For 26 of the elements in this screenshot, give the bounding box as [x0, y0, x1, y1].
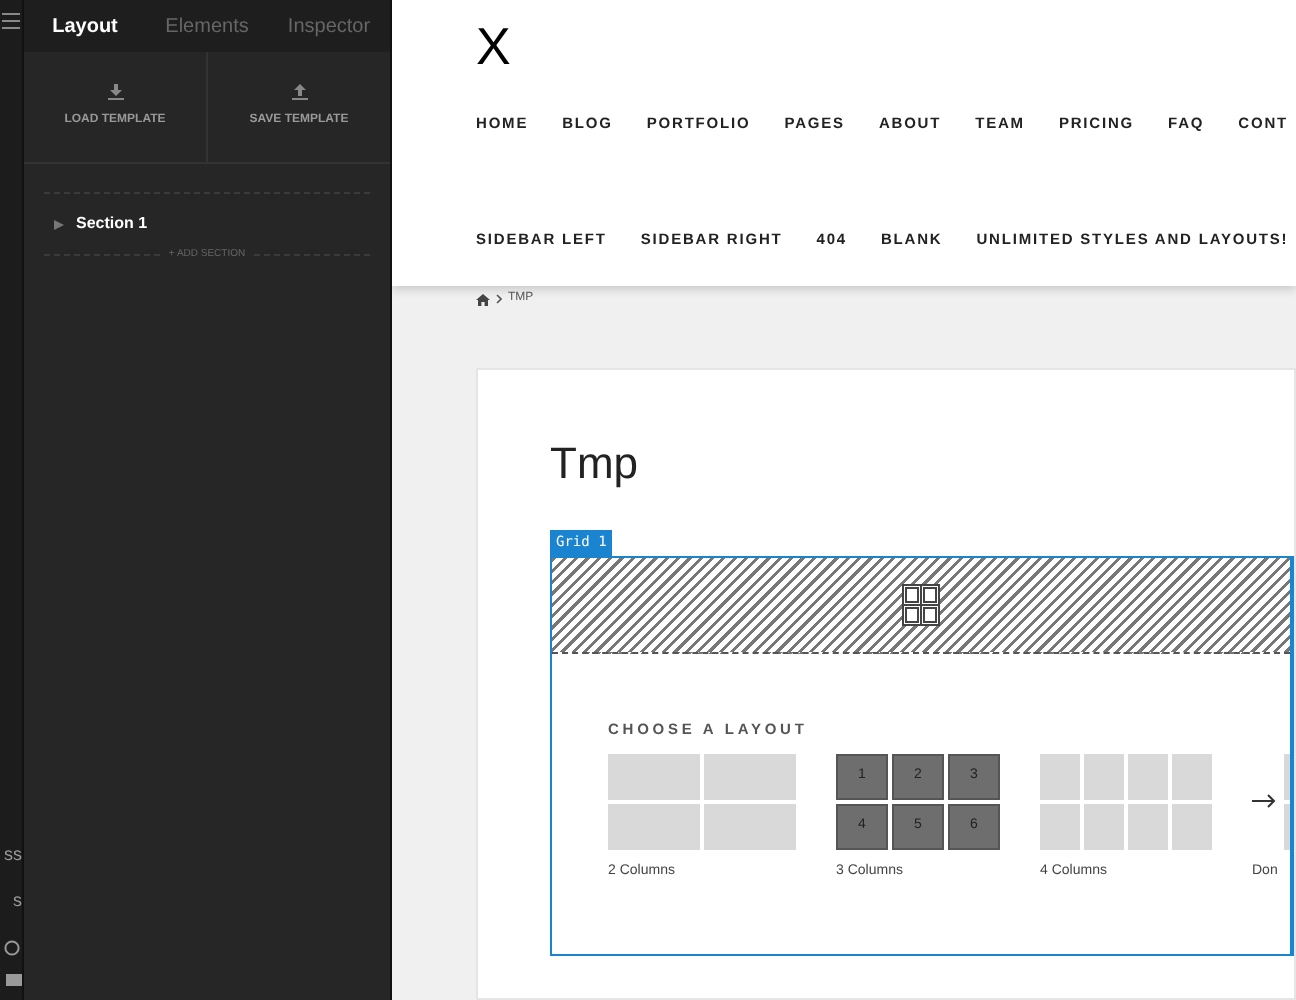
layout-cell: [608, 753, 700, 800]
layout-cell: [1128, 753, 1168, 800]
layout-cell: [1172, 803, 1212, 850]
card-icon[interactable]: [6, 972, 22, 988]
arrow-right-icon[interactable]: [1252, 794, 1276, 809]
sidebar-tab[interactable]: Layout: [24, 0, 146, 52]
grid-icon: [902, 583, 940, 625]
layout-cell: [704, 753, 796, 800]
layout-cell: [1040, 803, 1080, 850]
download-icon: [107, 84, 123, 100]
layout-cell: [1084, 753, 1124, 800]
menu-icon[interactable]: [2, 12, 20, 30]
layout-cell: [1040, 753, 1080, 800]
layout-cell: [1084, 803, 1124, 850]
layout-cell: [704, 803, 796, 850]
layout-cell: [1128, 803, 1168, 850]
upload-icon: [291, 84, 307, 100]
home-icon[interactable]: [476, 293, 490, 305]
section-item[interactable]: Section 1: [24, 212, 390, 236]
rail-label[interactable]: s: [13, 878, 22, 924]
chevron-icon: [496, 294, 502, 304]
rail-label[interactable]: ss: [4, 832, 22, 878]
page-title: Tmp: [550, 442, 640, 486]
site-logo[interactable]: X: [476, 20, 511, 72]
layout-cell: [608, 803, 700, 850]
layout-cell: [1172, 753, 1212, 800]
